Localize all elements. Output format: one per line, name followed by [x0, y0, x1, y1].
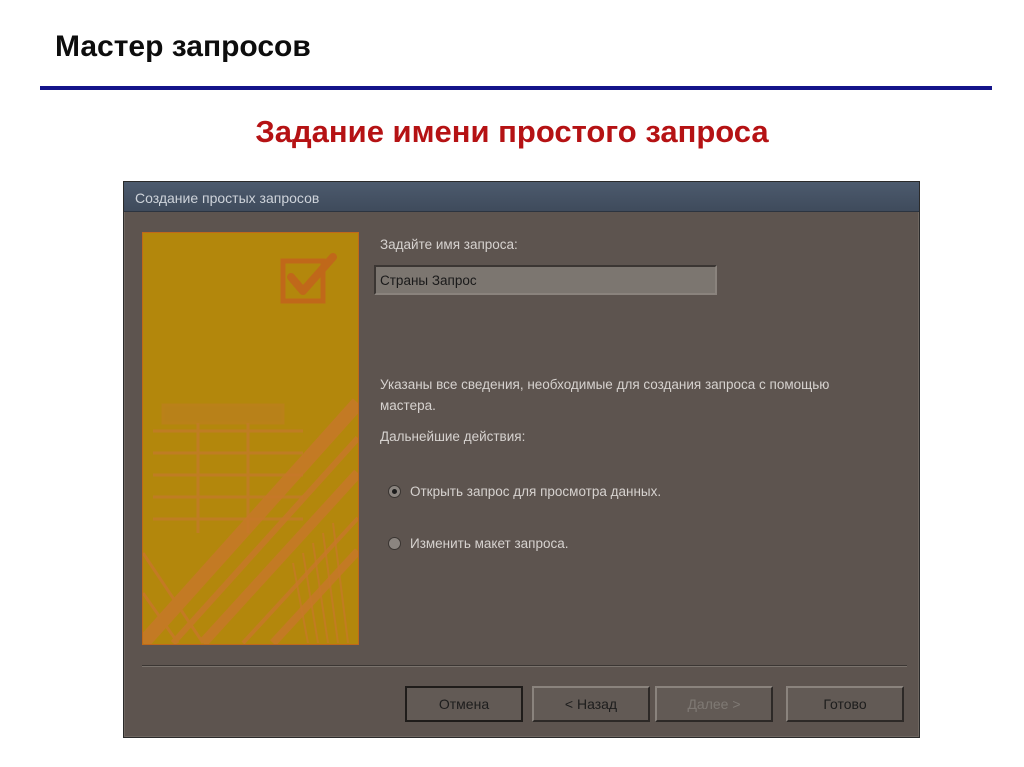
back-button[interactable]: < Назад [532, 686, 650, 722]
query-name-label: Задайте имя запроса: [380, 237, 518, 252]
checkmark-icon [143, 253, 358, 644]
dialog-separator [142, 665, 907, 667]
slide-title: Мастер запросов [55, 30, 311, 63]
radio-label-open-query: Открыть запрос для просмотра данных. [410, 484, 662, 499]
radio-modify-design[interactable]: Изменить макет запроса. [388, 536, 569, 551]
simple-query-wizard-dialog: Создание простых запросов Задайте имя за… [123, 181, 920, 738]
next-actions-label: Дальнейшие действия: [380, 429, 526, 444]
wizard-info-text: Указаны все сведения, необходимые для со… [380, 377, 830, 413]
query-name-input[interactable] [374, 265, 717, 295]
dialog-title: Создание простых запросов [135, 190, 320, 206]
radio-label-modify-design: Изменить макет запроса. [410, 536, 569, 551]
finish-button[interactable]: Готово [786, 686, 904, 722]
radio-button-checked[interactable] [388, 485, 401, 498]
next-button[interactable]: Далее > [655, 686, 773, 722]
radio-open-query[interactable]: Открыть запрос для просмотра данных. [388, 484, 661, 499]
dialog-titlebar[interactable]: Создание простых запросов [124, 182, 919, 212]
title-divider [40, 86, 992, 90]
slide-subtitle: Задание имени простого запроса [255, 114, 769, 149]
wizard-illustration [142, 232, 359, 645]
slide: Мастер запросов Задание имени простого з… [0, 0, 1024, 767]
radio-button-unchecked[interactable] [388, 537, 401, 550]
cancel-button[interactable]: Отмена [405, 686, 523, 722]
